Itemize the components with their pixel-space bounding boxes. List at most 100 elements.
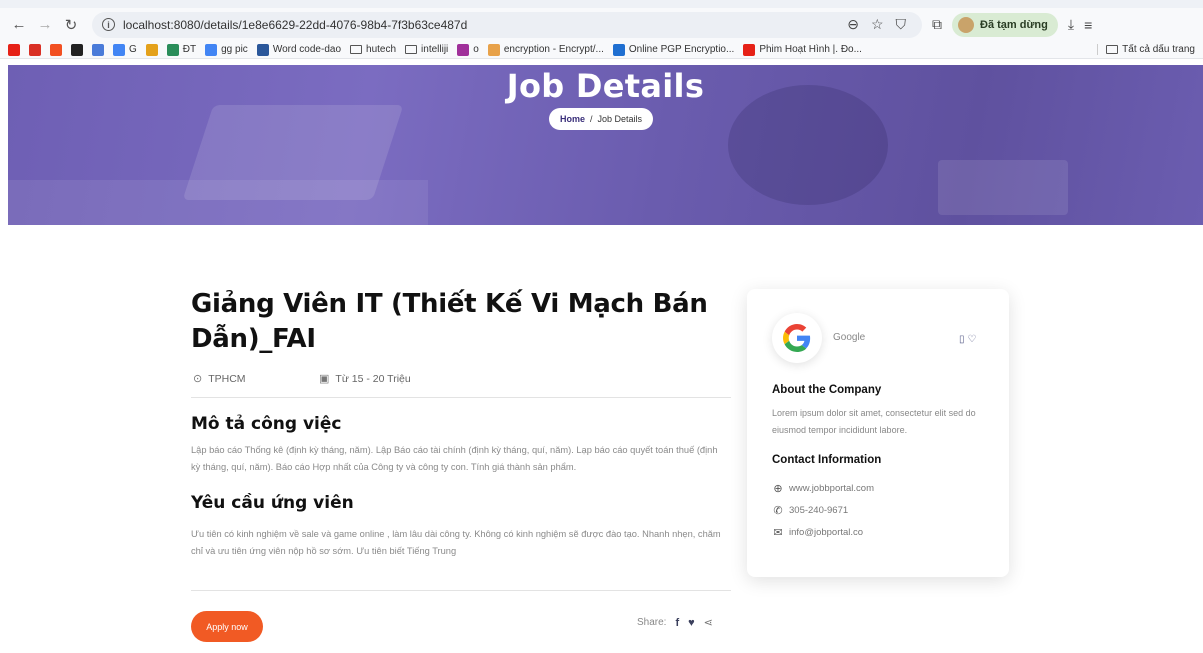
job-title: Giảng Viên IT (Thiết Kế Vi Mạch Bán Dẫn)… <box>191 289 708 354</box>
tab-strip <box>0 0 1203 8</box>
paused-label: Đã tạm dừng <box>980 18 1048 31</box>
breadcrumb-current: Job Details <box>597 114 643 124</box>
bookmark-icon <box>92 43 104 56</box>
description-heading: Mô tả công việc <box>191 414 342 434</box>
bookmark-label: Phim Hoạt Hình |. Đo... <box>759 44 862 55</box>
website-text[interactable]: www.jobbportal.com <box>789 483 874 494</box>
bookmark-label: G <box>129 44 137 55</box>
youtube-icon <box>8 43 20 56</box>
gmail-icon <box>29 43 41 56</box>
menu-icon[interactable]: ≡ <box>1084 17 1092 33</box>
shield-icon[interactable]: ⛉ <box>896 16 907 33</box>
company-name: Google <box>833 332 866 343</box>
bookmark-label: Word code-dao <box>272 44 342 55</box>
phone-icon <box>166 43 179 56</box>
description-text: Lập báo cáo Thống kê (định kỳ tháng, năm… <box>191 445 718 472</box>
bookmark-item[interactable] <box>50 43 62 56</box>
star-icon[interactable]: ☆ <box>871 16 884 33</box>
profile-paused-chip[interactable]: Đã tạm dừng <box>952 12 1058 37</box>
url-text[interactable]: localhost:8080/details/1e8e6629-22dd-407… <box>123 18 467 32</box>
folder-icon <box>350 45 363 54</box>
phone-text[interactable]: 305-240-9671 <box>789 505 848 516</box>
globe-icon: ⊕ <box>773 483 783 495</box>
phone-icon: ✆ <box>773 505 783 517</box>
company-logo <box>772 313 822 363</box>
facebook-icon[interactable]: f <box>675 617 679 629</box>
download-icon[interactable]: ⤓ <box>1068 16 1074 33</box>
hero-banner: Job Details Home / Job Details <box>8 65 1203 225</box>
contact-phone: ✆ 305-240-9671 <box>772 504 848 517</box>
bookmark-icon <box>487 43 500 56</box>
folder-icon <box>1106 45 1119 54</box>
all-bookmarks-button[interactable]: Tất cả dấu trang <box>1097 44 1195 55</box>
bookmark-label: encryption - Encrypt/... <box>503 44 604 55</box>
breadcrumb-separator: / <box>589 114 593 124</box>
chatgpt-icon <box>71 43 83 56</box>
bookmark-label: Online PGP Encryptio... <box>628 44 735 55</box>
requirements-text: Ưu tiên có kinh nghiệm về sale và game o… <box>191 529 721 556</box>
bookmark-item[interactable]: intelliji <box>405 44 448 55</box>
bookmark-item[interactable]: gg pic <box>205 43 248 56</box>
email-text[interactable]: info@jobportal.co <box>789 527 863 538</box>
microsoft-icon <box>50 43 62 56</box>
share-icon[interactable]: ⋖ <box>704 616 713 629</box>
bookmark-item[interactable] <box>8 43 20 56</box>
breadcrumb: Home / Job Details <box>549 108 653 130</box>
bookmark-icon[interactable]: ▯ <box>959 334 965 345</box>
bookmark-item[interactable]: Word code-dao <box>256 43 342 56</box>
extensions-icon[interactable]: ⧉ <box>932 16 942 33</box>
bookmark-item[interactable] <box>29 43 41 56</box>
twitter-icon[interactable]: ♥ <box>688 617 695 629</box>
site-info-icon[interactable]: i <box>102 18 115 31</box>
google-icon <box>113 43 125 56</box>
reload-icon[interactable]: ↻ <box>60 14 82 36</box>
page-title: Job Details <box>506 67 705 105</box>
bookmark-label: intelliji <box>421 44 449 55</box>
zoom-icon[interactable]: ⊖ <box>847 16 859 33</box>
google-icon <box>205 43 218 56</box>
youtube-icon <box>743 43 756 56</box>
share-bar: Share: f ♥ ⋖ <box>637 616 713 630</box>
bookmark-item[interactable]: encryption - Encrypt/... <box>487 43 604 56</box>
location-pin-icon: ⊙ <box>193 373 203 385</box>
profile-avatar <box>958 16 974 33</box>
hero-decor-desk <box>8 180 428 225</box>
job-salary: ▣ Từ 15 - 20 Triệu <box>319 372 411 386</box>
bookmark-item[interactable]: Phim Hoạt Hình |. Đo... <box>743 43 862 56</box>
divider <box>191 397 731 398</box>
url-bar[interactable]: i localhost:8080/details/1e8e6629-22dd-4… <box>92 11 922 38</box>
bookmark-item[interactable]: G <box>113 43 137 56</box>
mail-icon: ✉ <box>773 527 783 539</box>
bookmark-item[interactable] <box>92 43 104 56</box>
job-salary-text: Từ 15 - 20 Triệu <box>335 372 411 385</box>
back-icon[interactable]: ← <box>8 14 30 36</box>
bookmark-label: gg pic <box>221 44 248 55</box>
bookmark-label: o <box>473 44 479 55</box>
bookmark-item[interactable]: o <box>457 43 479 56</box>
bookmark-item[interactable]: hutech <box>350 44 396 55</box>
word-icon <box>256 43 269 56</box>
bookmark-item[interactable]: Online PGP Encryptio... <box>612 43 735 56</box>
folder-icon <box>405 45 418 54</box>
job-location-text: TPHCM <box>208 372 246 385</box>
toolbar-right: ⧉ Đã tạm dừng ⤓ ≡ <box>932 12 1092 37</box>
apply-now-button[interactable]: Apply now <box>191 611 263 642</box>
bookmark-item[interactable] <box>145 43 158 56</box>
requirements-heading: Yêu cầu ứng viên <box>191 493 354 513</box>
contact-heading: Contact Information <box>772 454 882 466</box>
bookmark-item[interactable]: ĐT <box>166 43 196 56</box>
hero-decor-notebook <box>938 160 1068 215</box>
contact-website: ⊕ www.jobbportal.com <box>772 482 874 495</box>
url-actions: ⊖ ☆ ⛉ <box>847 16 906 33</box>
card-actions: ▯ ♡ <box>959 334 976 345</box>
address-bar-row: ← → ↻ i localhost:8080/details/1e8e6629-… <box>0 8 1203 41</box>
bookmark-icon <box>612 43 625 56</box>
bookmark-icon <box>457 43 470 56</box>
bookmark-item[interactable] <box>71 43 83 56</box>
company-card: Google ▯ ♡ About the Company Lorem ipsum… <box>747 289 1009 577</box>
breadcrumb-home-link[interactable]: Home <box>560 114 585 124</box>
bookmark-label: hutech <box>366 44 397 55</box>
google-logo-icon <box>783 324 811 352</box>
heart-icon[interactable]: ♡ <box>968 334 977 345</box>
forward-icon[interactable]: → <box>34 14 56 36</box>
